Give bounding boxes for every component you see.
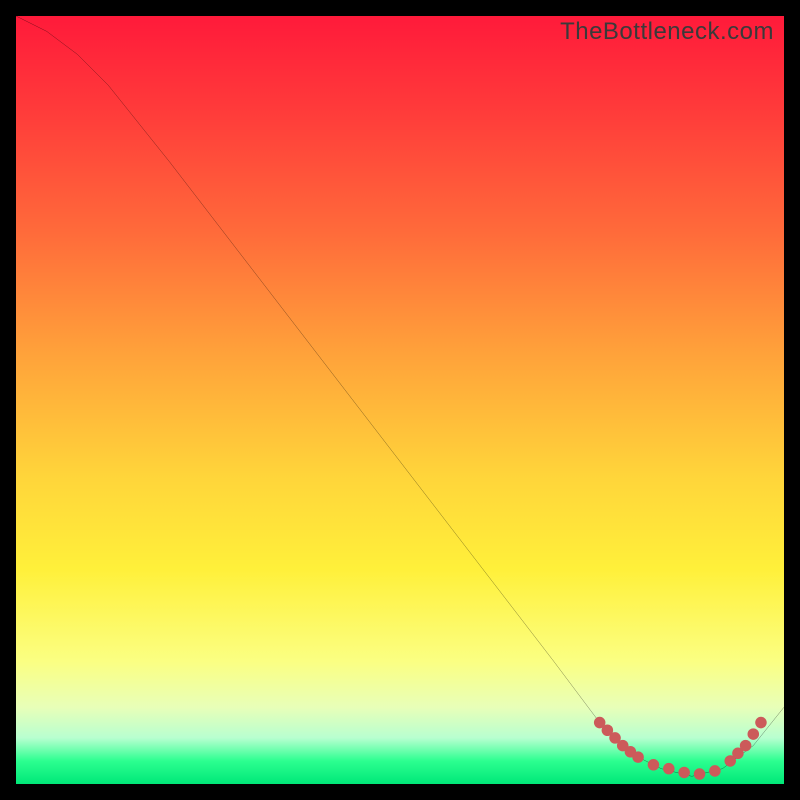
marker-dot [694,768,706,780]
marker-dot [748,728,760,740]
curve-path [16,16,784,776]
marker-dot [709,765,721,777]
marker-dot [632,751,644,763]
chart-frame: TheBottleneck.com [0,0,800,800]
marker-dot [663,763,675,775]
marker-dot [740,740,752,752]
marker-group [594,717,767,780]
marker-dot [755,717,767,729]
line-chart-svg [16,16,784,784]
marker-dot [678,767,690,779]
marker-dot [648,759,660,771]
plot-area: TheBottleneck.com [16,16,784,784]
